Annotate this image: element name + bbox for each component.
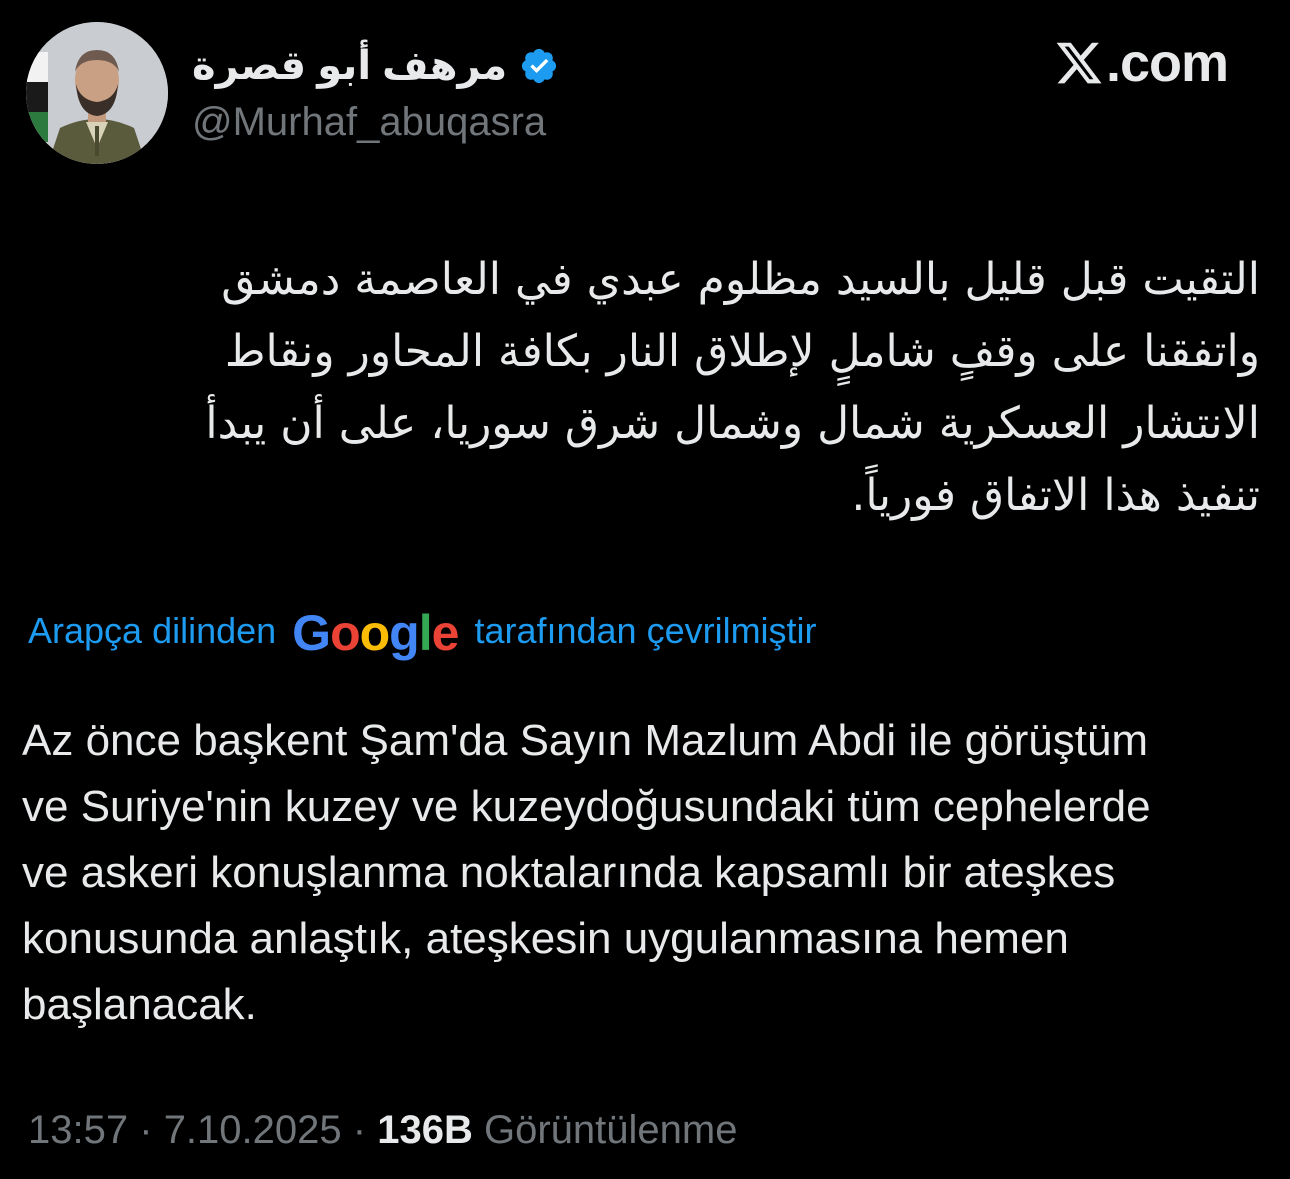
verified-badge-icon [519, 46, 559, 86]
tweet-original-line: الانتشار العسكرية شمال وشمال شرق سوريا، … [205, 398, 1260, 449]
translation-attribution[interactable]: Arapça dilinden Google tarafından çevril… [28, 605, 817, 661]
tweet-original-text: التقيت قبل قليل بالسيد مظلوم عبدي في الع… [60, 244, 1260, 532]
views-label: Görüntülenme [483, 1108, 738, 1152]
tweet-original-line: واتفقنا على وقفٍ شاملٍ لإطلاق النار بكاف… [224, 326, 1260, 377]
tweet-translated-line: konusunda anlaştık, ateşkesin uygulanmas… [22, 914, 1069, 963]
meta-separator: · [139, 1108, 153, 1152]
tweet-original-line: تنفيذ هذا الاتفاق فورياً. [851, 470, 1260, 521]
tweet-meta: 13:57 · 7.10.2025 · 136B Görüntülenme [28, 1108, 737, 1153]
tweet-translated-line: ve Suriye'nin kuzey ve kuzeydoğusundaki … [22, 782, 1151, 831]
tweet-translated-text: Az önce başkent Şam'da Sayın Mazlum Abdi… [22, 708, 1272, 1038]
x-logo-icon [1056, 42, 1102, 84]
author-name-row: مرهف أبو قصرة [192, 36, 559, 96]
tweet-time[interactable]: 13:57 [28, 1108, 128, 1152]
meta-separator: · [352, 1108, 367, 1152]
google-logo-letter: o [330, 605, 361, 661]
author-display-name[interactable]: مرهف أبو قصرة [192, 43, 507, 89]
translation-source-label: Arapça dilinden [28, 610, 277, 651]
google-logo-letter: o [359, 605, 391, 661]
tweet-translated-line: ve askeri konuşlanma noktalarında kapsam… [22, 848, 1116, 897]
x-brand: .com [1054, 32, 1229, 94]
avatar-photo [26, 22, 168, 164]
brand-domain: .com [1105, 33, 1229, 93]
author-handle[interactable]: @Murhaf_abuqasra [192, 100, 546, 145]
google-logo-letter: l [418, 605, 433, 661]
tweet-original-line: التقيت قبل قليل بالسيد مظلوم عبدي في الع… [221, 254, 1260, 305]
tweet-translated-line: Az önce başkent Şam'da Sayın Mazlum Abdi… [22, 716, 1149, 765]
tweet-date[interactable]: 7.10.2025 [164, 1108, 342, 1152]
translation-provider-label: tarafından çevrilmiştir [474, 610, 817, 651]
views-count[interactable]: 136B [377, 1108, 473, 1152]
google-logo-letter: G [292, 605, 331, 661]
google-logo-letter: e [431, 605, 460, 661]
author-avatar[interactable] [26, 22, 168, 164]
google-logo-letter: g [389, 605, 420, 661]
google-logo: Google [292, 605, 460, 661]
tweet-translated-line: başlanacak. [22, 980, 257, 1029]
